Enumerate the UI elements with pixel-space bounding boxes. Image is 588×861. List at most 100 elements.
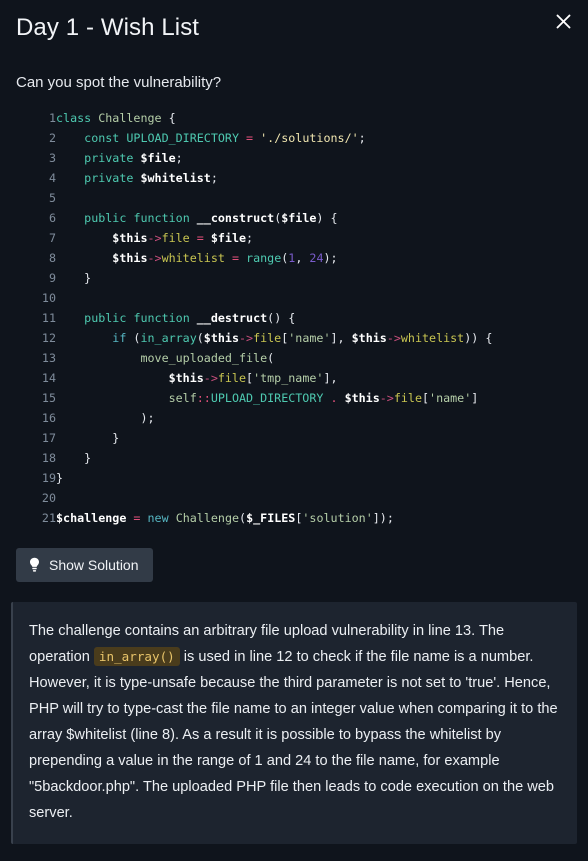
code-line: 8 $this->whitelist = range(1, 24);	[16, 248, 572, 268]
code-token: __destruct	[196, 310, 268, 325]
line-source: public function __destruct() {	[56, 308, 572, 328]
code-line: 16 );	[16, 408, 572, 428]
code-token: 'name'	[429, 390, 472, 405]
show-solution-button[interactable]: Show Solution	[16, 547, 153, 582]
code-line: 5	[16, 188, 572, 208]
modal-header: Day 1 - Wish List	[0, 0, 588, 43]
code-token: }	[56, 470, 64, 485]
code-token: whitelist	[400, 330, 465, 345]
line-number: 21	[41, 510, 56, 525]
line-source: move_uploaded_file(	[56, 348, 572, 368]
code-token: Challenge	[175, 510, 240, 525]
code-token: (	[126, 330, 141, 345]
code-token: move_uploaded_file	[140, 350, 268, 365]
code-token: file	[393, 390, 422, 405]
line-source: self::UPLOAD_DIRECTORY . $this->file['na…	[56, 388, 572, 408]
show-solution-label: Show Solution	[49, 556, 139, 573]
code-token: file	[217, 370, 247, 385]
code-token: }	[56, 430, 120, 445]
code-line: 9 }	[16, 268, 572, 288]
line-source: private $whitelist;	[56, 168, 572, 188]
code-line: 18 }	[16, 448, 572, 468]
code-token: public	[84, 310, 127, 325]
solution-button-row: Show Solution	[0, 547, 588, 582]
code-token: ;	[210, 170, 218, 185]
code-line: 15 self::UPLOAD_DIRECTORY . $this->file[…	[16, 388, 572, 408]
line-source: }	[56, 468, 572, 488]
code-table: 1 class Challenge {2 const UPLOAD_DIRECTO…	[16, 108, 572, 528]
code-token: (	[196, 330, 204, 345]
code-token: );	[56, 410, 155, 425]
code-token: $file	[210, 230, 247, 245]
code-token: public	[84, 210, 127, 225]
code-token: $this	[112, 250, 148, 265]
solution-panel: The challenge contains an arbitrary file…	[11, 601, 577, 844]
line-source: $this->file = $file;	[56, 228, 572, 248]
line-source: }	[56, 268, 572, 288]
line-source: private $file;	[56, 148, 572, 168]
code-token: function	[133, 210, 190, 225]
code-token: }	[56, 450, 92, 465]
code-token: ::	[196, 390, 211, 405]
code-token: ) {	[316, 210, 338, 225]
code-line: 17 }	[16, 428, 572, 448]
code-token: $file	[281, 210, 317, 225]
line-number: 11	[41, 310, 56, 325]
code-line: 19}	[16, 468, 572, 488]
line-number: 8	[48, 250, 56, 265]
line-number: 4	[48, 170, 56, 185]
challenge-prompt: Can you spot the vulnerability?	[16, 73, 222, 91]
code-token: ;	[246, 230, 254, 245]
close-icon	[555, 13, 572, 30]
line-number: 17	[41, 430, 56, 445]
code-line: 10	[16, 288, 572, 308]
line-source: }	[56, 448, 572, 468]
solution-text-part2: is used in line 12 to check if the file …	[29, 648, 558, 821]
code-token: ]);	[372, 510, 394, 525]
code-line: 21 $challenge = new Challenge($_FILES['so…	[16, 508, 572, 528]
line-number: 10	[41, 290, 56, 305]
code-token: UPLOAD_DIRECTORY	[126, 130, 239, 145]
code-token: ],	[330, 330, 352, 345]
line-source: if (in_array($this->file['name'], $this-…	[56, 328, 572, 348]
code-token: $_FILES	[246, 510, 296, 525]
code-token: );	[323, 250, 338, 265]
line-number: 7	[48, 230, 56, 245]
code-lines: 1 class Challenge {2 const UPLOAD_DIRECTO…	[16, 108, 572, 528]
code-line: 2 const UPLOAD_DIRECTORY = './solutions/…	[16, 128, 572, 148]
code-token: $file	[140, 150, 176, 165]
line-source: $this->whitelist = range(1, 24);	[56, 248, 572, 268]
code-token: }	[56, 270, 92, 285]
code-token: =	[231, 250, 239, 265]
line-number: 14	[41, 370, 56, 385]
code-token: [	[421, 390, 430, 405]
code-token: ->	[238, 330, 254, 345]
code-line: 12 if (in_array($this->file['name'], $th…	[16, 328, 572, 348]
line-source	[56, 488, 572, 508]
code-token: whitelist	[161, 250, 225, 265]
close-button[interactable]	[548, 6, 578, 36]
code-token: .	[330, 390, 338, 405]
code-token: ;	[175, 150, 183, 165]
code-token: new	[147, 510, 169, 525]
code-token: __construct	[196, 210, 275, 225]
line-number: 18	[41, 450, 56, 465]
code-token: function	[133, 310, 190, 325]
code-token: 'name'	[288, 330, 331, 345]
code-token: './solutions/'	[260, 130, 359, 145]
code-token: $this	[112, 230, 148, 245]
code-line: 4 private $whitelist;	[16, 168, 572, 188]
code-line: 13 move_uploaded_file(	[16, 348, 572, 368]
line-source: const UPLOAD_DIRECTORY = './solutions/';	[56, 128, 572, 148]
code-line: 20	[16, 488, 572, 508]
code-token: ->	[379, 390, 394, 405]
code-token: {	[161, 110, 176, 125]
